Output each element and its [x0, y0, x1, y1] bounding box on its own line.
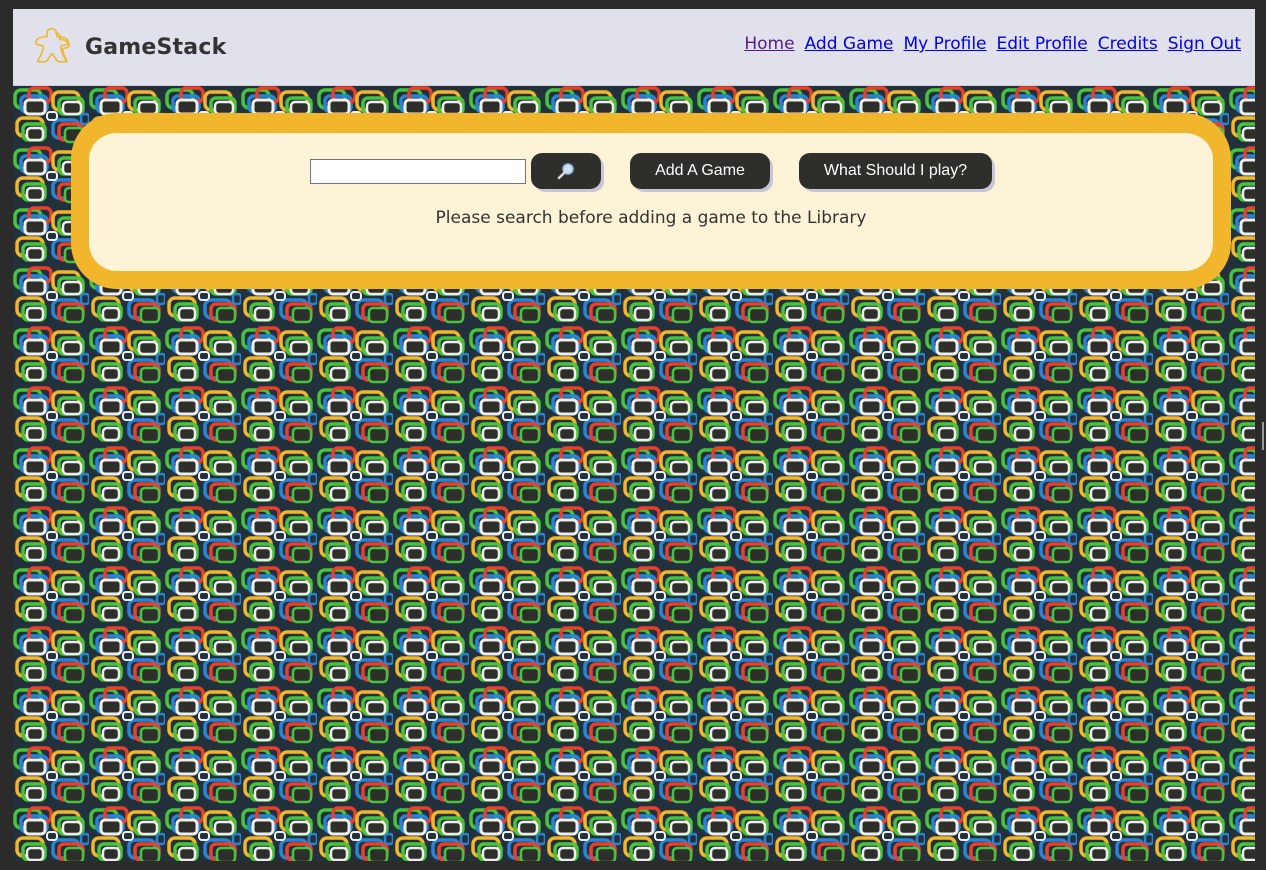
- search-input[interactable]: [310, 158, 526, 184]
- nav-link-add-game[interactable]: Add Game: [805, 34, 894, 54]
- window-resize-handle[interactable]: [1262, 422, 1264, 450]
- search-panel: Add A Game What Should I play? Please se…: [71, 113, 1231, 289]
- search-button[interactable]: [531, 153, 601, 189]
- browser-viewport: GameStack Home Add Game My Profile Edit …: [13, 9, 1255, 861]
- nav-link-credits[interactable]: Credits: [1098, 34, 1158, 54]
- brand-name: GameStack: [85, 34, 227, 60]
- magnifier-icon: [557, 163, 574, 180]
- nav-link-my-profile[interactable]: My Profile: [904, 34, 987, 54]
- top-navbar: GameStack Home Add Game My Profile Edit …: [13, 9, 1255, 86]
- search-message: Please search before adding a game to th…: [435, 208, 867, 228]
- what-should-i-play-button[interactable]: What Should I play?: [799, 153, 992, 189]
- nav-link-sign-out[interactable]: Sign Out: [1168, 34, 1241, 54]
- search-row: Add A Game What Should I play?: [89, 153, 1213, 189]
- add-a-game-button[interactable]: Add A Game: [630, 153, 770, 189]
- nav-links: Home Add Game My Profile Edit Profile Cr…: [744, 34, 1241, 54]
- meeple-icon: [34, 28, 71, 63]
- brand[interactable]: GameStack: [29, 23, 226, 71]
- nav-link-edit-profile[interactable]: Edit Profile: [997, 34, 1088, 54]
- nav-link-home[interactable]: Home: [744, 34, 794, 54]
